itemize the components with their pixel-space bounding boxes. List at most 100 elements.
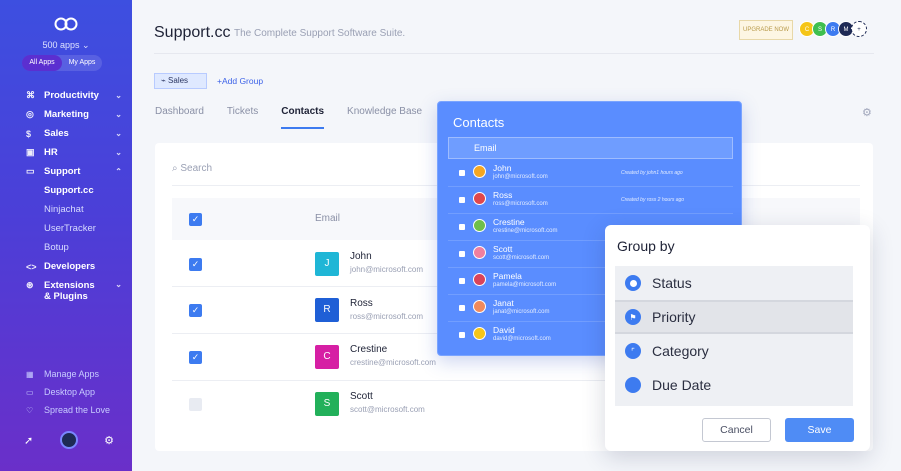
contact-name[interactable]: Scott	[350, 391, 373, 402]
rocket-icon[interactable]: ➚	[24, 434, 33, 447]
contact-email: scott@microsoft.com	[350, 405, 425, 414]
checkbox[interactable]	[459, 251, 465, 257]
list-item[interactable]: John john@microsoft.com Created by john1…	[448, 160, 733, 187]
sidebar-item-support[interactable]: ▭ Support ⌃	[26, 162, 122, 181]
tab-contacts[interactable]: Contacts	[281, 106, 325, 129]
contact-email: pamela@microsoft.com	[493, 282, 557, 288]
avatar[interactable]	[59, 431, 78, 449]
desktop-app-link[interactable]: ▭ Desktop App	[26, 383, 110, 401]
add-group-button[interactable]: +Add Group	[217, 76, 263, 86]
contact-email: crestine@microsoft.com	[493, 228, 558, 234]
select-all-checkbox[interactable]: ✓	[189, 213, 202, 226]
sidebar-subitem-botup[interactable]: Botup	[26, 238, 122, 257]
chevron-up-icon: ⌃	[115, 167, 122, 176]
avatar: R	[315, 298, 339, 322]
avatar: J	[315, 252, 339, 276]
cancel-button[interactable]: Cancel	[702, 418, 771, 442]
tab-dashboard[interactable]: Dashboard	[155, 106, 204, 129]
monitor-icon: ▭	[26, 387, 34, 397]
contact-name: Ross	[493, 190, 513, 200]
divider	[172, 380, 612, 381]
sidebar-footer: ➚ ⚙	[24, 431, 114, 449]
sidebar-item-sales[interactable]: $ Sales ⌄	[26, 124, 122, 143]
infinity-logo-icon[interactable]	[54, 16, 78, 32]
status-icon	[625, 275, 641, 291]
sidebar-item-productivity[interactable]: ⌘ Productivity ⌄	[26, 86, 122, 105]
contact-name[interactable]: Ross	[350, 298, 373, 309]
heart-icon: ♡	[26, 405, 34, 415]
grid-icon: ▦	[26, 369, 34, 379]
contact-name: Janat	[493, 298, 514, 308]
chevron-down-icon: ⌄	[115, 148, 122, 157]
pulse-icon: ⌁	[161, 76, 169, 85]
contact-name[interactable]: John	[350, 251, 372, 262]
checkbox[interactable]	[459, 278, 465, 284]
contact-name[interactable]: Crestine	[350, 344, 387, 355]
chevron-down-icon: ⌄	[115, 110, 122, 119]
sidebar-item-hr[interactable]: ▣ HR ⌄	[26, 143, 122, 162]
row-checkbox[interactable]	[189, 398, 202, 411]
contact-email: crestine@microsoft.com	[350, 358, 436, 367]
checkbox[interactable]	[459, 332, 465, 338]
contact-name: Crestine	[493, 217, 525, 227]
calendar-icon	[625, 377, 641, 393]
tab-tickets[interactable]: Tickets	[227, 106, 258, 129]
apps-toggle: All Apps My Apps	[22, 55, 102, 71]
team-avatars[interactable]: C S R M +	[799, 21, 867, 37]
avatar	[473, 327, 486, 340]
group-option-due-date[interactable]: Due Date	[615, 368, 853, 402]
sidebar-subitem-ninjachat[interactable]: Ninjachat	[26, 200, 122, 219]
tab-bar: Dashboard Tickets Contacts Knowledge Bas…	[155, 106, 445, 129]
sidebar: 500 apps ⌄ All Apps My Apps ⌘ Productivi…	[0, 0, 132, 471]
group-option-priority[interactable]: ⚑ Priority	[615, 300, 853, 334]
sidebar-subitem-usertracker[interactable]: UserTracker	[26, 219, 122, 238]
avatar: C	[315, 345, 339, 369]
avatar	[473, 192, 486, 205]
group-sales-button[interactable]: ⌁ Sales	[154, 73, 207, 89]
search-input[interactable]: ⌕ Search	[172, 163, 212, 174]
contact-email: john@microsoft.com	[350, 265, 424, 274]
spread-love-link[interactable]: ♡ Spread the Love	[26, 401, 110, 419]
row-checkbox[interactable]: ✓	[189, 258, 202, 271]
group-option-status[interactable]: Status	[615, 266, 853, 300]
briefcase-icon: ▣	[26, 147, 35, 157]
sidebar-subitem-supportcc[interactable]: Support.cc	[26, 181, 122, 200]
chevron-down-icon: ⌄	[115, 280, 122, 289]
contact-email: ross@microsoft.com	[350, 312, 424, 321]
manage-apps-link[interactable]: ▦ Manage Apps	[26, 365, 110, 383]
created-meta: Created by ross 2 hours ago	[621, 197, 685, 203]
row-checkbox[interactable]: ✓	[189, 351, 202, 364]
popup-title: Group by	[617, 238, 675, 254]
my-apps-tab[interactable]: My Apps	[62, 55, 102, 71]
group-option-category[interactable]: ⌜ Category	[615, 334, 853, 368]
contact-email: david@microsoft.com	[493, 336, 551, 342]
command-icon: ⌘	[26, 90, 35, 100]
contact-name: Pamela	[493, 271, 522, 281]
sidebar-item-developers[interactable]: <> Developers	[26, 257, 122, 276]
sidebar-item-extensions[interactable]: ⊛ Extensions & Plugins ⌄	[26, 280, 122, 302]
tab-knowledge-base[interactable]: Knowledge Base	[347, 106, 422, 129]
upgrade-button[interactable]: UPGRADE NOW	[739, 20, 793, 40]
checkbox[interactable]	[459, 170, 465, 176]
chevron-down-icon: ⌄	[115, 129, 122, 138]
checkbox[interactable]	[459, 224, 465, 230]
row-checkbox[interactable]: ✓	[189, 304, 202, 317]
plugin-icon: ⊛	[26, 280, 34, 290]
all-apps-tab[interactable]: All Apps	[22, 55, 62, 71]
add-user-icon[interactable]: +	[851, 21, 867, 37]
checkbox[interactable]	[459, 305, 465, 311]
apps-count[interactable]: 500 apps ⌄	[0, 40, 132, 51]
contact-name: John	[493, 163, 512, 173]
sidebar-nav: ⌘ Productivity ⌄ ◎ Marketing ⌄ $ Sales ⌄…	[26, 86, 122, 302]
list-item[interactable]: Ross ross@microsoft.com Created by ross …	[448, 187, 733, 214]
contact-email: john@microsoft.com	[493, 174, 548, 180]
gear-icon[interactable]: ⚙	[104, 434, 114, 447]
checkbox[interactable]	[459, 197, 465, 203]
group-by-popup: Group by Status ⚑ Priority ⌜ Category Du…	[605, 225, 870, 451]
save-button[interactable]: Save	[785, 418, 854, 442]
code-icon: <>	[26, 261, 37, 272]
gear-icon[interactable]: ⚙	[862, 106, 872, 119]
header-divider	[154, 53, 874, 54]
contact-email: scott@microsoft.com	[493, 255, 550, 261]
sidebar-item-marketing[interactable]: ◎ Marketing ⌄	[26, 105, 122, 124]
